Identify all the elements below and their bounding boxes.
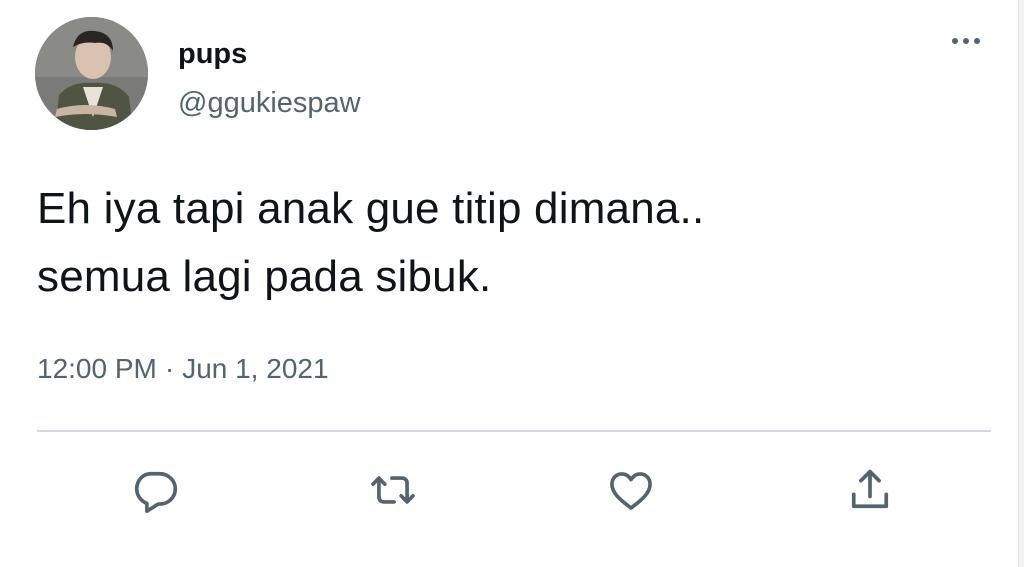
avatar[interactable]: [35, 17, 148, 130]
share-button[interactable]: [835, 455, 905, 525]
tweet-date: Jun 1, 2021: [182, 353, 329, 384]
display-name[interactable]: pups: [178, 37, 247, 71]
reply-button[interactable]: [121, 455, 191, 525]
user-handle[interactable]: @ggukiespaw: [178, 86, 361, 120]
screen-edge: [1018, 0, 1024, 567]
like-button[interactable]: [596, 455, 666, 525]
action-bar: [0, 455, 1024, 525]
tweet-text: Eh iya tapi anak gue titip dimana.. semu…: [37, 175, 987, 311]
avatar-photo: [35, 17, 148, 130]
heart-icon: [610, 472, 652, 510]
share-icon: [851, 469, 889, 509]
more-options-icon[interactable]: [940, 26, 992, 56]
meta-separator: ·: [164, 353, 175, 384]
retweet-icon: [371, 476, 415, 504]
tweet-time: 12:00 PM: [37, 353, 157, 384]
reply-icon: [134, 471, 178, 514]
tweet-timestamp[interactable]: 12:00 PM · Jun 1, 2021: [37, 349, 329, 389]
retweet-button[interactable]: [358, 455, 428, 525]
divider: [37, 430, 991, 432]
tweet-text-line: Eh iya tapi anak gue titip dimana..: [37, 184, 705, 233]
tweet-card: pups @ggukiespaw Eh iya tapi anak gue ti…: [0, 0, 1024, 567]
tweet-text-line: semua lagi pada sibuk.: [37, 252, 492, 301]
